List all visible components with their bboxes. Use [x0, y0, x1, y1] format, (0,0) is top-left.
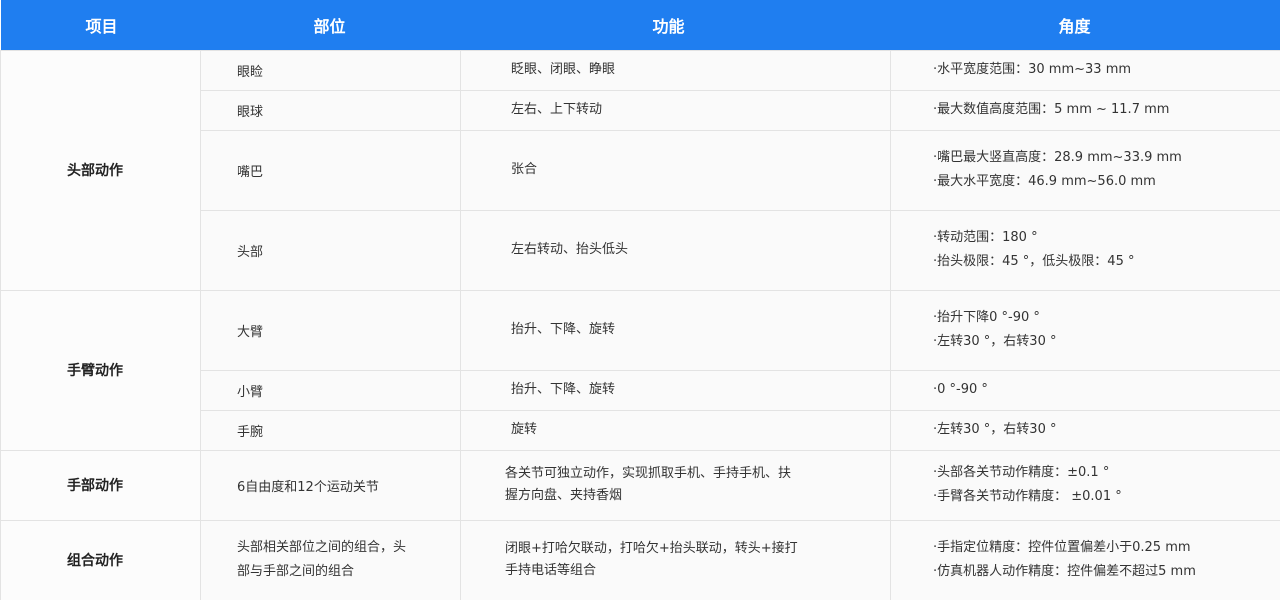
- angle-cell: ·0 °-90 °: [890, 369, 1280, 411]
- part-line: 头部相关部位之间的组合，头: [237, 540, 407, 555]
- part-cell: 头部相关部位之间的组合，头 部与手部之间的组合: [200, 519, 461, 600]
- angle-line: ·头部各关节动作精度：±0.1 °: [933, 465, 1110, 480]
- angle-line: ·左转30 °，右转30 °: [933, 422, 1057, 437]
- angle-line: ·仿真机器人动作精度：控件偏差不超过5 mm: [933, 564, 1196, 579]
- group-hand: 手部动作: [0, 449, 201, 521]
- angle-line: ·抬升下降0 °-90 °: [933, 310, 1040, 325]
- angle-line: ·嘴巴最大竖直高度：28.9 mm~33.9 mm: [933, 150, 1182, 165]
- function-cell: 左右转动、抬头低头: [460, 209, 891, 291]
- angle-line: ·最大水平宽度：46.9 mm~56.0 mm: [933, 174, 1156, 189]
- function-cell: 各关节可独立动作，实现抓取手机、手持手机、扶 握方向盘、夹持香烟: [460, 449, 891, 521]
- part-cell: 嘴巴: [200, 129, 461, 211]
- angle-line: ·水平宽度范围：30 mm~33 mm: [933, 62, 1132, 77]
- angle-cell: ·头部各关节动作精度：±0.1 ° ·手臂各关节动作精度： ±0.01 °: [890, 449, 1280, 521]
- table-row: 手部动作 6自由度和12个运动关节 各关节可独立动作，实现抓取手机、手持手机、扶…: [0, 449, 1280, 521]
- angle-line: ·手指定位精度：控件位置偏差小于0.25 mm: [933, 540, 1191, 555]
- angle-cell: ·嘴巴最大竖直高度：28.9 mm~33.9 mm ·最大水平宽度：46.9 m…: [890, 129, 1280, 211]
- part-cell: 小臂: [200, 369, 461, 411]
- function-line: 各关节可独立动作，实现抓取手机、手持手机、扶: [505, 466, 792, 481]
- function-cell: 抬升、下降、旋转: [460, 289, 891, 371]
- angle-cell: ·转动范围：180 ° ·抬头极限：45 °，低头极限：45 °: [890, 209, 1280, 291]
- angle-line: ·0 °-90 °: [933, 382, 988, 397]
- group-combo: 组合动作: [0, 519, 201, 600]
- function-line: 握方向盘、夹持香烟: [505, 488, 623, 503]
- function-line: 手持电话等组合: [505, 563, 597, 578]
- function-cell: 张合: [460, 129, 891, 211]
- part-cell: 眼睑: [200, 49, 461, 91]
- table-header-row: 项目 部位 功能 角度: [0, 0, 1280, 50]
- part-cell: 头部: [200, 209, 461, 291]
- spec-table: 项目 部位 功能 角度 头部动作 眼睑 眨眼、闭眼、睁眼 ·水平宽度范围：30 …: [0, 0, 1280, 600]
- angle-line: ·手臂各关节动作精度： ±0.01 °: [933, 489, 1122, 504]
- group-head: 头部动作: [0, 49, 201, 291]
- angle-line: ·转动范围：180 °: [933, 230, 1038, 245]
- table-row: 组合动作 头部相关部位之间的组合，头 部与手部之间的组合 闭眼+打哈欠联动，打哈…: [0, 519, 1280, 600]
- function-line: 闭眼+打哈欠联动，打哈欠+抬头联动，转头+接打: [505, 541, 798, 556]
- function-cell: 左右、上下转动: [460, 89, 891, 131]
- part-cell: 手腕: [200, 409, 461, 451]
- angle-line: ·左转30 °，右转30 °: [933, 334, 1057, 349]
- part-cell: 眼球: [200, 89, 461, 131]
- table-row: 头部动作 眼睑 眨眼、闭眼、睁眼 ·水平宽度范围：30 mm~33 mm: [0, 49, 1280, 291]
- part-cell: 大臂: [200, 289, 461, 371]
- angle-cell: ·手指定位精度：控件位置偏差小于0.25 mm ·仿真机器人动作精度：控件偏差不…: [890, 519, 1280, 600]
- header-function: 功能: [652, 16, 685, 36]
- header-part: 部位: [313, 16, 346, 36]
- angle-cell: ·左转30 °，右转30 °: [890, 409, 1280, 451]
- header-angle: 角度: [1058, 16, 1091, 36]
- function-cell: 闭眼+打哈欠联动，打哈欠+抬头联动，转头+接打 手持电话等组合: [460, 519, 891, 600]
- part-line: 部与手部之间的组合: [237, 564, 355, 579]
- part-cell: 6自由度和12个运动关节: [200, 449, 461, 521]
- angle-line: ·最大数值高度范围：5 mm ~ 11.7 mm: [933, 102, 1170, 117]
- angle-cell: ·抬升下降0 °-90 ° ·左转30 °，右转30 °: [890, 289, 1280, 371]
- function-cell: 旋转: [460, 409, 891, 451]
- angle-cell: ·最大数值高度范围：5 mm ~ 11.7 mm: [890, 89, 1280, 131]
- angle-line: ·抬头极限：45 °，低头极限：45 °: [933, 254, 1135, 269]
- function-cell: 抬升、下降、旋转: [460, 369, 891, 411]
- function-cell: 眨眼、闭眼、睁眼: [460, 49, 891, 91]
- header-item: 项目: [85, 16, 118, 36]
- group-arm: 手臂动作: [0, 289, 201, 451]
- table-row: 手臂动作 大臂 抬升、下降、旋转 ·抬升下降0 °-90 ° ·左转30 °，右…: [0, 289, 1280, 451]
- angle-cell: ·水平宽度范围：30 mm~33 mm: [890, 49, 1280, 91]
